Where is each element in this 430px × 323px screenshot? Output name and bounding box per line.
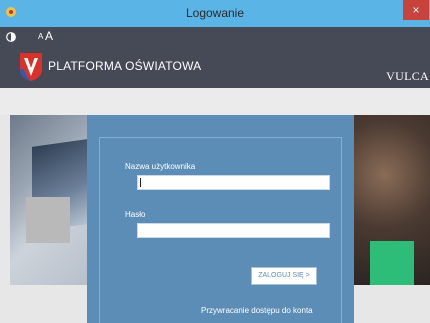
top-strip — [0, 88, 430, 115]
login-form: Nazwa użytkownika Hasło ZALOGUJ SIĘ > Pr… — [99, 137, 342, 323]
window-titlebar: Logowanie × — [0, 0, 430, 27]
username-field[interactable] — [137, 175, 330, 190]
green-tile — [370, 241, 414, 285]
font-size-large-button[interactable]: A — [45, 29, 53, 43]
window-title: Logowanie — [185, 6, 245, 20]
gray-tile — [26, 197, 70, 243]
login-panel: Nazwa użytkownika Hasło ZALOGUJ SIĘ > Pr… — [87, 115, 354, 323]
recover-access-link[interactable]: Przywracanie dostępu do konta — [201, 306, 313, 315]
text-cursor — [140, 178, 141, 187]
vendor-logo[interactable]: VULCA — [386, 69, 429, 84]
contrast-icon[interactable] — [6, 32, 16, 42]
login-area: Nazwa użytkownika Hasło ZALOGUJ SIĘ > Pr… — [0, 115, 430, 323]
right-photo — [354, 115, 430, 285]
site-header: A A PLATFORMA OŚWIATOWA VULCA — [0, 27, 430, 88]
font-size-small-button[interactable]: A — [38, 32, 43, 41]
password-field[interactable] — [137, 223, 330, 238]
username-label: Nazwa użytkownika — [125, 162, 196, 171]
login-button[interactable]: ZALOGUJ SIĘ > — [251, 267, 317, 285]
password-label: Hasło — [125, 210, 146, 219]
brand-name[interactable]: PLATFORMA OŚWIATOWA — [48, 59, 201, 73]
close-button[interactable]: × — [403, 0, 429, 20]
left-photo — [10, 115, 87, 285]
shield-logo-icon — [20, 53, 42, 81]
